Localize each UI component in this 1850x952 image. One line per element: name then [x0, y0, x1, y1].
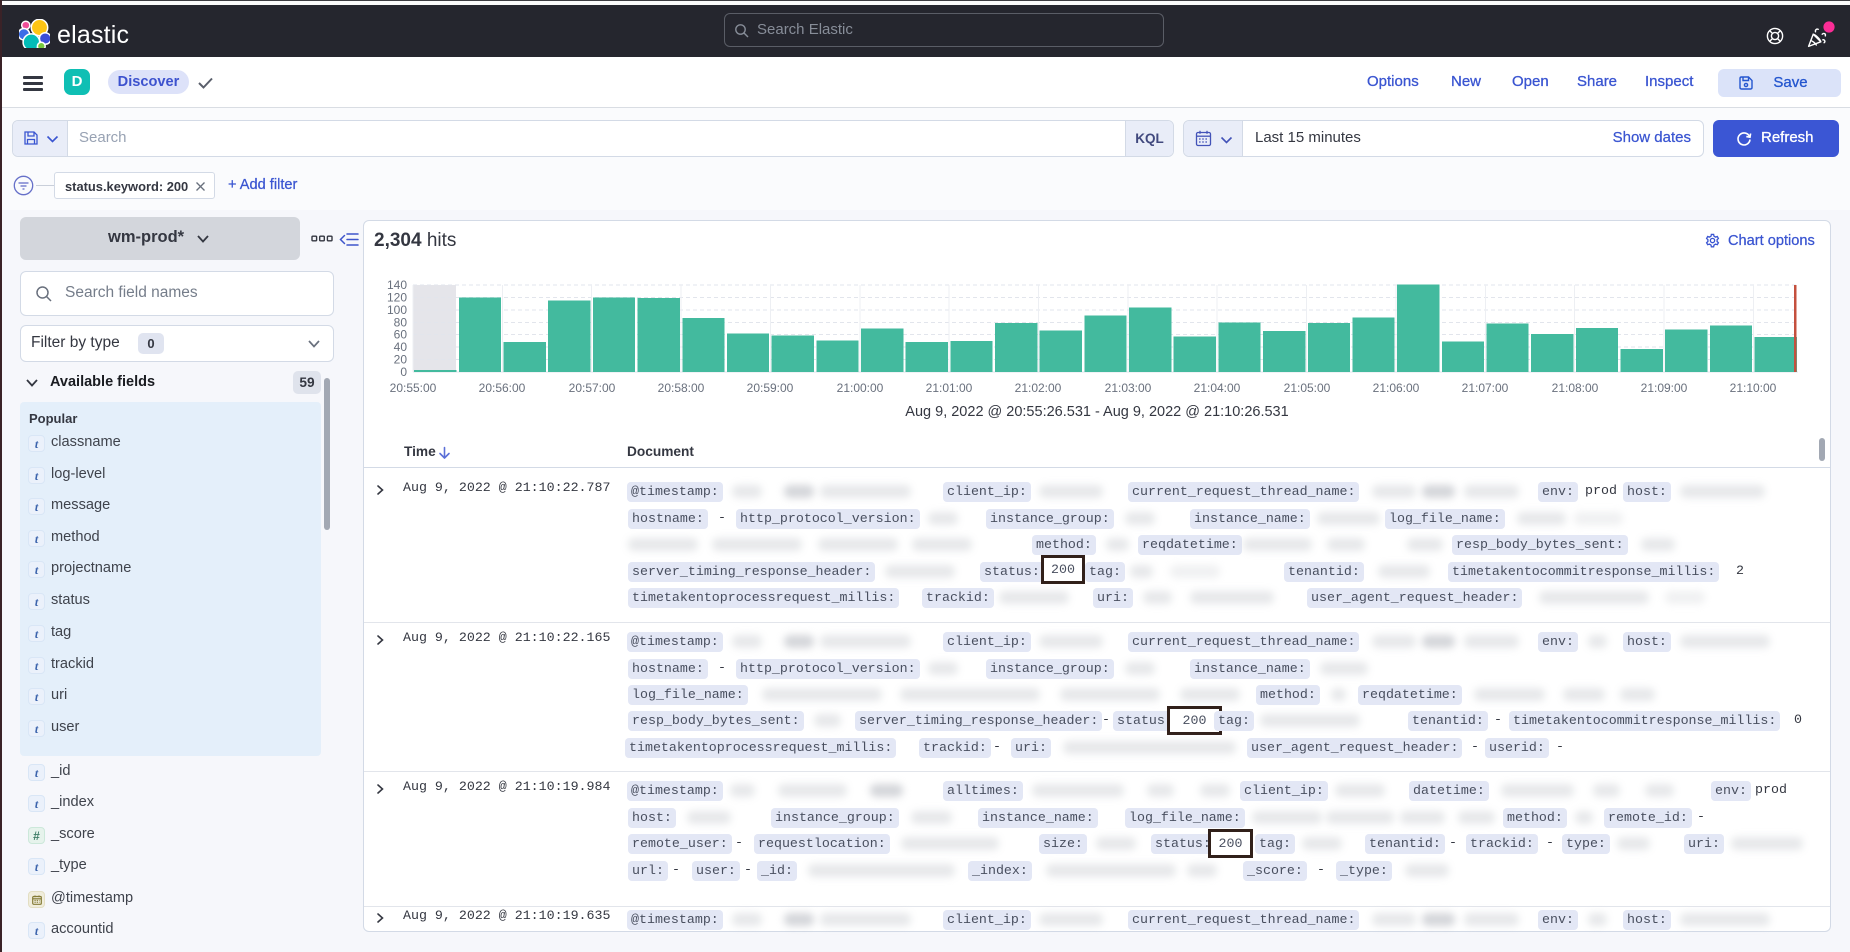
svg-text:100: 100 [387, 303, 407, 317]
svg-text:20:56:00: 20:56:00 [479, 381, 526, 395]
svg-text:40: 40 [394, 340, 408, 354]
svg-text:20: 20 [394, 353, 408, 367]
svg-text:0: 0 [400, 365, 407, 379]
svg-text:21:09:00: 21:09:00 [1641, 381, 1688, 395]
svg-text:140: 140 [387, 278, 407, 292]
svg-text:21:05:00: 21:05:00 [1284, 381, 1331, 395]
svg-text:21:03:00: 21:03:00 [1105, 381, 1152, 395]
svg-text:20:59:00: 20:59:00 [747, 381, 794, 395]
svg-text:20:57:00: 20:57:00 [569, 381, 616, 395]
svg-text:20:58:00: 20:58:00 [658, 381, 705, 395]
svg-text:21:06:00: 21:06:00 [1373, 381, 1420, 395]
svg-text:80: 80 [394, 315, 408, 329]
svg-text:60: 60 [394, 328, 408, 342]
svg-text:21:04:00: 21:04:00 [1194, 381, 1241, 395]
svg-text:21:02:00: 21:02:00 [1015, 381, 1062, 395]
svg-text:21:10:00: 21:10:00 [1730, 381, 1777, 395]
svg-text:21:07:00: 21:07:00 [1462, 381, 1509, 395]
svg-text:120: 120 [387, 290, 407, 304]
svg-text:21:00:00: 21:00:00 [837, 381, 884, 395]
svg-text:21:08:00: 21:08:00 [1552, 381, 1599, 395]
svg-text:20:55:00: 20:55:00 [390, 381, 437, 395]
svg-text:21:01:00: 21:01:00 [926, 381, 973, 395]
